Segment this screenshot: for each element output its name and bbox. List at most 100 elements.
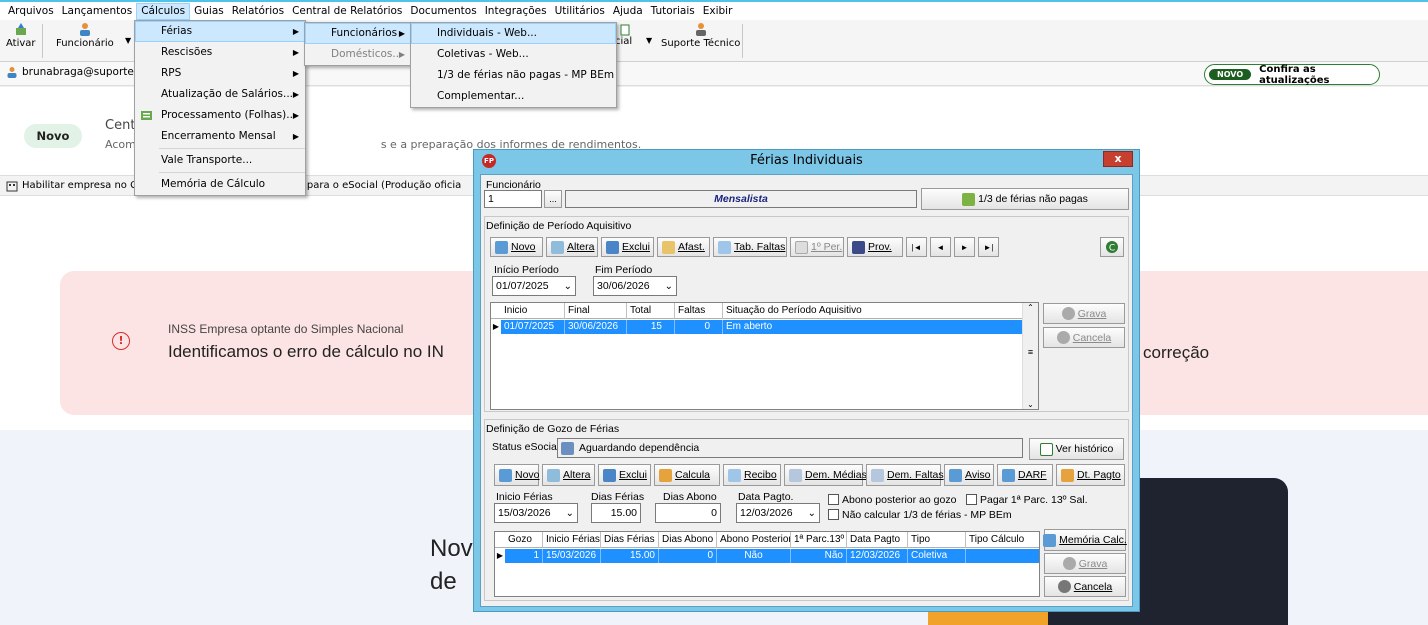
menu-tutoriais[interactable]: Tutoriais — [647, 3, 699, 20]
menu-documentos[interactable]: Documentos — [406, 3, 480, 20]
close-button[interactable]: x — [1103, 151, 1133, 167]
checkbox-box[interactable] — [828, 509, 839, 520]
column-header[interactable]: Data Pagto — [847, 532, 908, 548]
column-header[interactable]: Inicio Férias — [543, 532, 601, 548]
funcionario-dropdown-icon[interactable]: ▼ — [125, 36, 131, 45]
aq-afast-button[interactable]: Afast. — [657, 237, 710, 257]
menu-item-ferias[interactable]: Férias ▶ — [135, 21, 305, 42]
vertical-scrollbar[interactable]: ⌃ ≡ ⌄ — [1022, 303, 1038, 409]
nav-last-button[interactable]: ►| — [978, 237, 999, 257]
gz-grava-button[interactable]: Grava — [1044, 553, 1126, 574]
menu-item-rps[interactable]: RPS ▶ — [135, 63, 305, 84]
um-terco-button[interactable]: 1/3 de férias não pagas — [921, 188, 1129, 210]
funcionario-input[interactable]: 1 — [484, 190, 542, 208]
menu-item-individuais[interactable]: Individuais - Web... — [411, 23, 616, 44]
scroll-up-icon[interactable]: ⌃ — [1023, 303, 1038, 312]
gz-aviso-button[interactable]: Aviso — [944, 464, 994, 486]
column-header[interactable]: Tipo Cálculo — [966, 532, 1039, 548]
dias-abono-input[interactable]: 0 — [655, 503, 721, 523]
refresh-button[interactable]: C — [1100, 237, 1124, 257]
ver-historico-button[interactable]: Ver histórico — [1029, 438, 1124, 460]
fim-periodo-select[interactable]: 30/06/2026 ⌄ — [593, 276, 677, 296]
funcionario-button[interactable]: Funcionário — [56, 22, 114, 49]
column-header[interactable]: Situação do Período Aquisitivo — [723, 303, 1024, 319]
inicio-ferias-select[interactable]: 15/03/2026 ⌄ — [494, 503, 578, 523]
menu-item-atualizacao[interactable]: Atualização de Salários... ▶ — [135, 84, 305, 105]
menu-ajuda[interactable]: Ajuda — [609, 3, 647, 20]
aq-1-per-button[interactable]: 1º Per. — [790, 237, 844, 257]
dias-ferias-input[interactable]: 15.00 — [591, 503, 641, 523]
inicio-periodo-select[interactable]: 01/07/2025 ⌄ — [492, 276, 576, 296]
aq-altera-button[interactable]: Altera — [546, 237, 598, 257]
menu-relatorios[interactable]: Relatórios — [228, 3, 288, 20]
column-header[interactable]: Total — [627, 303, 675, 319]
ativar-button[interactable]: Ativar — [6, 22, 36, 49]
gz-recibo-button[interactable]: Recibo — [723, 464, 781, 486]
menu-item-coletivas[interactable]: Coletivas - Web... — [411, 44, 616, 65]
nav-prev-button[interactable]: ◄ — [930, 237, 951, 257]
column-header[interactable]: Abono Posterior — [717, 532, 791, 548]
aq-novo-button[interactable]: Novo — [490, 237, 543, 257]
column-header[interactable]: Faltas — [675, 303, 723, 319]
column-header[interactable]: Inicio — [501, 303, 565, 319]
abono-posterior-checkbox[interactable]: Abono posterior ao gozo — [828, 494, 956, 506]
user-info[interactable]: brunabraga@suporte — [6, 66, 134, 78]
column-header[interactable]: Final — [565, 303, 627, 319]
gz-darf-button[interactable]: DARF — [997, 464, 1053, 486]
menu-item-um-terco[interactable]: 1/3 de férias não pagas - MP BEm — [411, 65, 616, 86]
nav-first-button[interactable]: |◄ — [906, 237, 927, 257]
menu-central-relatorios[interactable]: Central de Relatórios — [288, 3, 406, 20]
gz-dt-pagto-button[interactable]: Dt. Pagto — [1056, 464, 1125, 486]
menu-item-vale-transporte[interactable]: Vale Transporte... — [135, 150, 305, 171]
gz-dem-faltas-button[interactable]: Dem. Faltas — [866, 464, 944, 486]
aquisitivo-grid[interactable]: Inicio Final Total Faltas Situação do Pe… — [490, 302, 1039, 410]
checkbox-box[interactable] — [966, 494, 977, 505]
gozo-grid[interactable]: Gozo Inicio Férias Dias Férias Dias Abon… — [494, 531, 1040, 597]
menu-exibir[interactable]: Exibir — [699, 3, 737, 20]
menu-item-funcionarios[interactable]: Funcionários ▶ — [305, 23, 411, 44]
menu-utilitarios[interactable]: Utilitários — [551, 3, 609, 20]
menu-calculos[interactable]: Cálculos — [136, 2, 191, 20]
aq-cancela-button[interactable]: Cancela — [1043, 327, 1125, 348]
esocial-bar-start[interactable]: Habilitar empresa no C — [22, 180, 137, 191]
menu-lancamentos[interactable]: Lançamentos — [58, 3, 137, 20]
data-pagto-select[interactable]: 12/03/2026 ⌄ — [736, 503, 820, 523]
menu-item-memoria-calculo[interactable]: Memória de Cálculo — [135, 174, 305, 195]
menu-item-encerramento[interactable]: Encerramento Mensal ▶ — [135, 126, 305, 147]
aq-grava-button[interactable]: Grava — [1043, 303, 1125, 324]
column-header[interactable]: Tipo — [908, 532, 966, 548]
menu-item-domesticos[interactable]: Domésticos... ▶ — [305, 44, 411, 65]
table-row[interactable]: ▶ 1 15/03/2026 15.00 0 Não Não 12/03/202… — [495, 549, 1039, 563]
scroll-grip-icon[interactable]: ≡ — [1023, 347, 1038, 357]
suporte-button[interactable]: Suporte Técnico — [661, 22, 740, 49]
memoria-calc-button[interactable]: Memória Calc. — [1043, 529, 1127, 551]
gz-exclui-button[interactable]: Exclui — [598, 464, 651, 486]
aq-tab-faltas-button[interactable]: Tab. Faltas — [713, 237, 787, 257]
aq-prov-button[interactable]: Prov. — [847, 237, 903, 257]
column-header[interactable]: 1ª Parc.13º — [791, 532, 847, 548]
nav-next-button[interactable]: ► — [954, 237, 975, 257]
menu-guias[interactable]: Guias — [190, 3, 228, 20]
gz-calcula-button[interactable]: Calcula — [654, 464, 720, 486]
scroll-down-icon[interactable]: ⌄ — [1023, 400, 1038, 409]
menu-item-processamento[interactable]: Processamento (Folhas)... ▶ — [135, 105, 305, 126]
aq-exclui-button[interactable]: Exclui — [601, 237, 654, 257]
gz-novo-button[interactable]: Novo — [494, 464, 540, 486]
menu-arquivos[interactable]: Arquivos — [4, 3, 58, 20]
updates-button[interactable]: NOVO Confira as atualizações — [1204, 64, 1380, 86]
social-dropdown-icon[interactable]: ▼ — [646, 36, 652, 45]
column-header[interactable]: Gozo — [505, 532, 543, 548]
column-header[interactable]: Dias Férias — [601, 532, 659, 548]
gz-cancela-button[interactable]: Cancela — [1044, 576, 1126, 597]
gz-altera-button[interactable]: Altera — [542, 464, 595, 486]
menu-item-rescisoes[interactable]: Rescisões ▶ — [135, 42, 305, 63]
gz-dem-medias-button[interactable]: Dem. Médias — [784, 464, 867, 486]
checkbox-box[interactable] — [828, 494, 839, 505]
funcionario-lookup-button[interactable]: ... — [544, 190, 562, 208]
column-header[interactable]: Dias Abono — [659, 532, 717, 548]
table-row[interactable]: ▶ 01/07/2025 30/06/2026 15 0 Em aberto — [491, 320, 1024, 334]
social-button[interactable]: cial — [615, 36, 632, 47]
nao-calcular-checkbox[interactable]: Não calcular 1/3 de férias - MP BEm — [828, 509, 1012, 521]
pagar-parcela-checkbox[interactable]: Pagar 1ª Parc. 13º Sal. — [966, 494, 1088, 506]
novo-chip[interactable]: Novo — [24, 124, 82, 148]
